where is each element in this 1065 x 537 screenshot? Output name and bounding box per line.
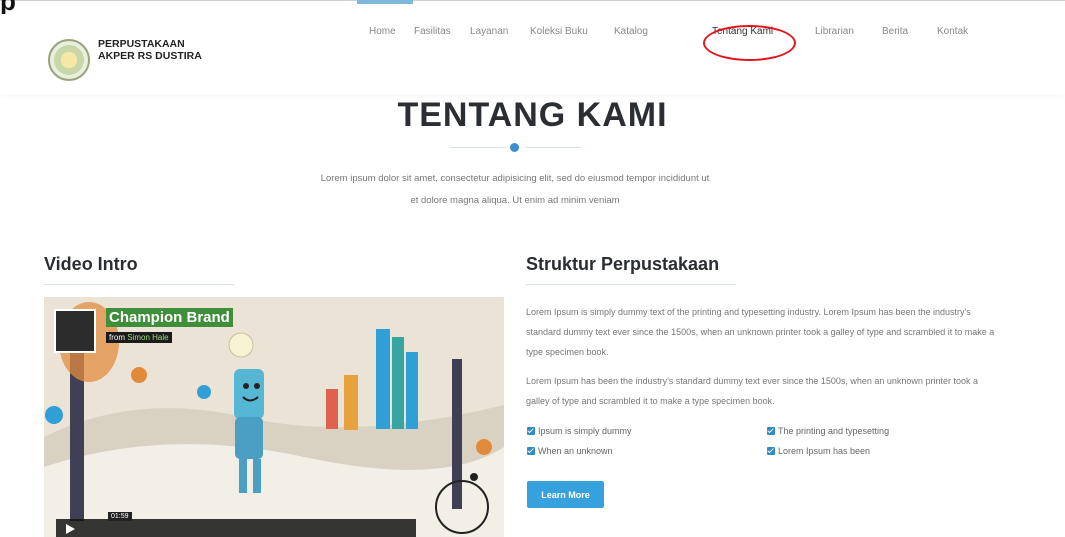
top-divider [0, 0, 1065, 1]
struktur-heading-underline [526, 284, 736, 285]
nav-fasilitas[interactable]: Fasilitas [414, 26, 451, 37]
check-item: The printing and typesetting [767, 426, 889, 436]
intro-text: Lorem ipsum dolor sit amet, consectetur … [270, 168, 760, 212]
video-intro-heading: Video Intro [44, 254, 138, 274]
check-item: Lorem Ipsum has been [767, 446, 870, 456]
struktur-paragraph-1: Lorem Ipsum is simply dummy text of the … [526, 307, 995, 357]
title-dot-icon [510, 143, 519, 152]
brand-line-2: AKPER RS DUSTIRA [98, 50, 202, 62]
intro-line-2: et dolore magna aliqua. Ut enim ad minim… [410, 195, 620, 206]
brand-line-1: PERPUSTAKAAN [98, 38, 185, 50]
nav-librarian[interactable]: Librarian [815, 26, 854, 37]
video-author[interactable]: Simon Hale [127, 333, 168, 342]
nav-layanan[interactable]: Layanan [470, 26, 508, 37]
nav-katalog[interactable]: Katalog [614, 26, 648, 37]
struktur-paragraph-2: Lorem Ipsum has been the industry's stan… [526, 376, 978, 406]
video-title[interactable]: Champion Brand [106, 308, 233, 327]
nav-koleksi-buku[interactable]: Koleksi Buku [530, 26, 588, 37]
active-nav-highlight [703, 25, 796, 61]
play-icon[interactable] [58, 521, 82, 537]
checkbox-icon [527, 447, 535, 455]
nav-home[interactable]: Home [369, 26, 396, 37]
video-duration: 01:59 [108, 512, 132, 521]
check-item: Ipsum is simply dummy [527, 426, 632, 436]
check-item: When an unknown [527, 446, 613, 456]
check-item-label: Lorem Ipsum has been [778, 446, 871, 456]
title-divider-right [525, 147, 581, 148]
video-from-label: from [109, 333, 125, 342]
learn-more-button[interactable]: Learn More [527, 481, 604, 508]
video-control-bar [56, 519, 416, 537]
check-item-label: The printing and typesetting [778, 426, 890, 436]
logo-icon[interactable] [48, 39, 90, 81]
check-item-label: When an unknown [538, 446, 613, 456]
check-item-label: Ipsum is simply dummy [538, 426, 632, 436]
intro-line-1: Lorem ipsum dolor sit amet, consectetur … [320, 173, 710, 184]
video-player[interactable]: Champion Brand from Simon Hale 01:59 [44, 297, 504, 537]
top-accent-bar [357, 0, 413, 4]
checkbox-icon [767, 447, 775, 455]
brand-name[interactable]: PERPUSTAKAAN AKPER RS DUSTIRA [98, 38, 202, 62]
uploader-avatar[interactable] [54, 309, 96, 353]
video-byline: from Simon Hale [106, 332, 172, 343]
page-title: TENTANG KAMI [397, 96, 668, 134]
nav-kontak[interactable]: Kontak [937, 26, 968, 37]
checkbox-icon [767, 427, 775, 435]
struktur-heading: Struktur Perpustakaan [526, 254, 720, 274]
title-divider-left [450, 147, 506, 148]
checkbox-icon [527, 427, 535, 435]
video-heading-underline [44, 284, 234, 285]
nav-berita[interactable]: Berita [882, 26, 908, 37]
